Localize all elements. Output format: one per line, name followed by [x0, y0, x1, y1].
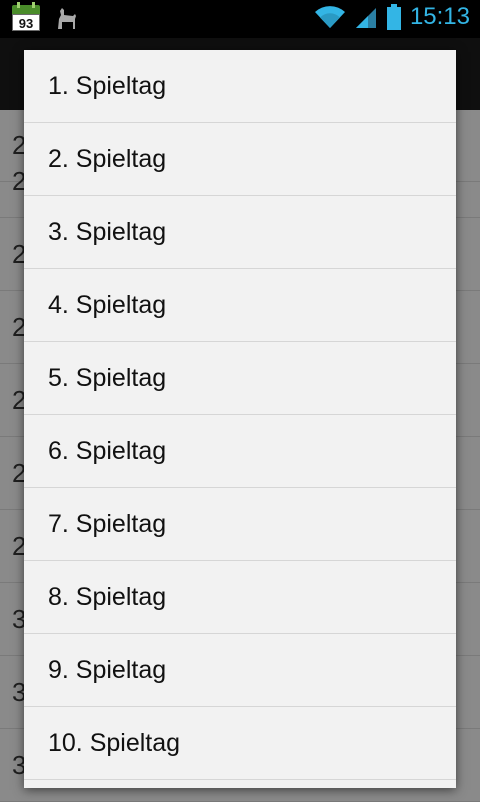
matchday-item-8[interactable]: 8. Spieltag — [24, 561, 456, 634]
notification-area: 93 — [12, 2, 80, 31]
matchday-item-6[interactable]: 6. Spieltag — [24, 415, 456, 488]
matchday-picker-dialog: 1. Spieltag 2. Spieltag 3. Spieltag 4. S… — [24, 50, 456, 788]
calendar-icon: 93 — [12, 2, 40, 31]
wifi-icon — [314, 6, 345, 29]
llama-icon — [58, 8, 76, 29]
matchday-item-5[interactable]: 5. Spieltag — [24, 342, 456, 415]
matchday-item-3[interactable]: 3. Spieltag — [24, 196, 456, 269]
clock: 15:13 — [409, 3, 470, 30]
matchday-item-9[interactable]: 9. Spieltag — [24, 634, 456, 707]
matchday-item-10[interactable]: 10. Spieltag — [24, 707, 456, 780]
matchday-item-2[interactable]: 2. Spieltag — [24, 123, 456, 196]
calendar-day: 93 — [12, 14, 40, 31]
status-bar: 93 15:13 — [0, 0, 480, 38]
matchday-item-4[interactable]: 4. Spieltag — [24, 269, 456, 342]
matchday-item-1[interactable]: 1. Spieltag — [24, 50, 456, 123]
matchday-item-7[interactable]: 7. Spieltag — [24, 488, 456, 561]
system-tray: 15:13 — [314, 3, 470, 31]
battery-icon — [386, 4, 401, 30]
signal-icon — [355, 8, 376, 28]
